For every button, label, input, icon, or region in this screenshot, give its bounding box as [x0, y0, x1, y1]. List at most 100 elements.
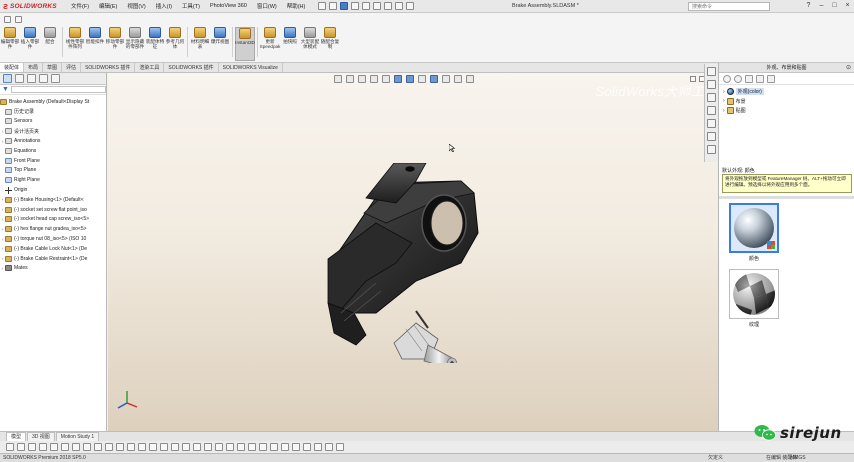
rebuild-icon[interactable]: [384, 2, 393, 10]
close-icon[interactable]: ×: [843, 1, 852, 10]
zoom-to-fit-icon[interactable]: [334, 75, 342, 83]
model-tab[interactable]: 模型: [6, 431, 27, 442]
menu-item[interactable]: 帮助(H): [282, 2, 311, 10]
pane-splitter[interactable]: [719, 196, 854, 199]
edit-appearance-icon[interactable]: [430, 75, 438, 83]
command-tab[interactable]: 渲染工具: [135, 63, 165, 72]
copy-icon[interactable]: [259, 443, 267, 451]
move-icon[interactable]: [248, 443, 256, 451]
smart-fasteners-button[interactable]: 智能扣件: [85, 27, 105, 61]
relation-icon[interactable]: [116, 443, 124, 451]
property-manager-icon[interactable]: [15, 74, 24, 83]
line-icon[interactable]: [6, 443, 14, 451]
tree-node[interactable]: › Annotations: [0, 136, 106, 146]
command-tab[interactable]: SOLIDWORKS Visualize: [219, 63, 283, 72]
command-tab[interactable]: SOLIDWORKS 插件: [164, 63, 219, 72]
instant3d-button[interactable]: Instant3D: [235, 27, 255, 61]
spline-icon[interactable]: [50, 443, 58, 451]
model-tab[interactable]: 3D 视图: [27, 431, 55, 442]
repair-icon[interactable]: [325, 443, 333, 451]
tree-node[interactable]: Sensors: [0, 117, 106, 127]
mirror-icon[interactable]: [94, 443, 102, 451]
appearances-tab-icon[interactable]: [707, 119, 716, 128]
menu-item[interactable]: 窗口(W): [252, 2, 282, 10]
menu-item[interactable]: 插入(I): [151, 2, 177, 10]
tree-node[interactable]: › (-) hex flange nut gradea_iso<5>: [0, 224, 106, 234]
maximize-icon[interactable]: □: [830, 1, 839, 10]
point-icon[interactable]: [61, 443, 69, 451]
new-document-icon[interactable]: [318, 2, 327, 10]
display-manager-icon[interactable]: [51, 74, 60, 83]
tree-node[interactable]: › Mates: [0, 264, 106, 274]
dynamic-annotation-icon[interactable]: [382, 75, 390, 83]
custom-properties-icon[interactable]: [707, 132, 716, 141]
parabola-icon[interactable]: [204, 443, 212, 451]
file-explorer-icon[interactable]: [707, 93, 716, 102]
tree-node[interactable]: Right Plane: [0, 175, 106, 185]
text-icon[interactable]: [149, 443, 157, 451]
solidworks-logo[interactable]: ƨ SOLIDWORKS: [0, 0, 66, 13]
add-folder-icon[interactable]: [745, 74, 753, 83]
brake-housing-model[interactable]: [216, 163, 486, 363]
large-assembly-button[interactable]: 大型装配体模式: [300, 27, 320, 61]
units-selector[interactable]: MMGS: [790, 454, 806, 462]
search-commands-input[interactable]: [688, 2, 770, 11]
mate-button[interactable]: 配合: [40, 27, 60, 61]
fillet-icon[interactable]: [127, 443, 135, 451]
refresh-icon[interactable]: [756, 74, 764, 83]
solidworks-resources-icon[interactable]: [707, 67, 716, 76]
display-pane-icon[interactable]: [466, 75, 474, 83]
display-style-icon[interactable]: [406, 75, 414, 83]
configuration-manager-icon[interactable]: [27, 74, 36, 83]
move-component-button[interactable]: 移动零部件: [105, 27, 125, 61]
minimize-icon[interactable]: –: [817, 1, 826, 10]
stop-icon[interactable]: [15, 16, 22, 23]
previous-view-icon[interactable]: [358, 75, 366, 83]
feature-tree-icon[interactable]: [3, 74, 12, 83]
view-orientation-icon[interactable]: [394, 75, 402, 83]
exploded-view-button[interactable]: 爆炸视图: [210, 27, 230, 61]
undo-icon[interactable]: [362, 2, 371, 10]
expand-arrow-icon[interactable]: ›: [723, 108, 725, 114]
command-tab[interactable]: 评估: [62, 63, 82, 72]
open-icon[interactable]: [329, 2, 338, 10]
tree-root[interactable]: Brake Assembly (Default<Display St: [0, 97, 106, 107]
graphics-area[interactable]: SolidWorks大师工: [108, 73, 718, 431]
ellipse-icon[interactable]: [193, 443, 201, 451]
section-view-icon[interactable]: [370, 75, 378, 83]
select-icon[interactable]: [373, 2, 382, 10]
solidworks-forum-icon[interactable]: [707, 145, 716, 154]
linear-pattern-button[interactable]: 线性零部件阵列: [65, 27, 85, 61]
pin-icon[interactable]: ⊙: [846, 63, 851, 73]
view-settings-icon[interactable]: [454, 75, 462, 83]
edit-component-button[interactable]: 编辑零部件: [0, 27, 20, 61]
design-library-icon[interactable]: [707, 80, 716, 89]
chamfer-icon[interactable]: [138, 443, 146, 451]
forward-icon[interactable]: [734, 74, 742, 83]
command-tab[interactable]: SOLIDWORKS 插件: [81, 63, 136, 72]
appearance-tree-node[interactable]: › 布景: [723, 97, 850, 107]
dimension-icon[interactable]: [105, 443, 113, 451]
insert-component-button[interactable]: 插入零部件: [20, 27, 40, 61]
zoom-area-icon[interactable]: [346, 75, 354, 83]
tree-node[interactable]: Equations: [0, 146, 106, 156]
options-icon[interactable]: [406, 2, 415, 10]
rectangle-icon[interactable]: [17, 443, 25, 451]
color-material-swatch[interactable]: [729, 203, 779, 253]
tree-node[interactable]: Top Plane: [0, 166, 106, 176]
speedpak-button[interactable]: 更新Speedpak: [260, 27, 280, 61]
tree-node[interactable]: Origin: [0, 185, 106, 195]
play-icon[interactable]: [4, 16, 11, 23]
view-mode-icon[interactable]: [767, 74, 775, 83]
construction-icon[interactable]: [215, 443, 223, 451]
filter-input[interactable]: [10, 86, 106, 93]
block-icon[interactable]: [314, 443, 322, 451]
polygon-icon[interactable]: [182, 443, 190, 451]
filter-icon[interactable]: ▼: [2, 86, 9, 93]
menu-item[interactable]: 视图(V): [122, 2, 150, 10]
hide-show-items-icon[interactable]: [418, 75, 426, 83]
menu-item[interactable]: 编辑(E): [94, 2, 122, 10]
save-icon[interactable]: [340, 2, 349, 10]
appearance-tree-node[interactable]: › 外观(color): [723, 87, 850, 97]
menu-item[interactable]: 工具(T): [177, 2, 205, 10]
